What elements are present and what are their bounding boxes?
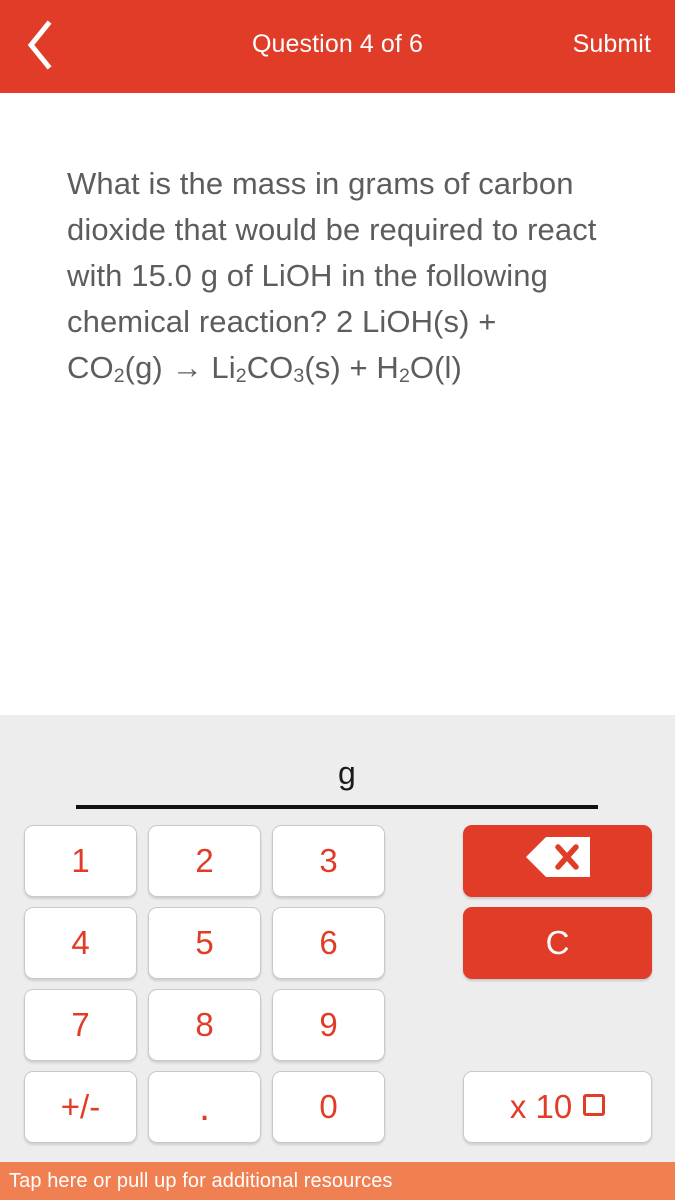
keypad-panel: g 1 2 3 4 5 6 7 8 9 +/- . 0 C x 10 xyxy=(0,715,675,1162)
submit-button[interactable]: Submit xyxy=(573,30,651,59)
key-label: 7 xyxy=(71,1006,90,1043)
question-screen: Question 4 of 6 Submit What is the mass … xyxy=(0,0,675,1200)
additional-resources-bar[interactable]: Tap here or pull up for additional resou… xyxy=(0,1162,675,1200)
key-label: 6 xyxy=(319,924,338,961)
key-label: x 10 xyxy=(509,1088,573,1125)
key-6[interactable]: 6 xyxy=(272,907,385,979)
key-label: 1 xyxy=(71,842,90,879)
subscript-h2o: 2 xyxy=(398,365,410,388)
question-text: What is the mass in grams of carbon diox… xyxy=(67,161,597,395)
key-label: 3 xyxy=(319,842,338,879)
key-2[interactable]: 2 xyxy=(148,825,261,897)
key-label: 9 xyxy=(319,1006,338,1043)
key-1[interactable]: 1 xyxy=(24,825,137,897)
answer-underline xyxy=(76,805,598,809)
key-label: 2 xyxy=(195,842,214,879)
clear-button[interactable]: C xyxy=(463,907,652,979)
key-decimal[interactable]: . xyxy=(148,1071,261,1143)
exponent-button[interactable]: x 10 xyxy=(463,1071,652,1143)
key-label: 4 xyxy=(71,924,90,961)
key-label: C xyxy=(545,924,570,961)
key-label: +/- xyxy=(60,1088,101,1125)
key-0[interactable]: 0 xyxy=(272,1071,385,1143)
subscript-co3: 3 xyxy=(293,365,305,388)
key-8[interactable]: 8 xyxy=(148,989,261,1061)
key-9[interactable]: 9 xyxy=(272,989,385,1061)
question-text-part: (s) + H xyxy=(304,350,399,385)
backspace-delete-icon xyxy=(524,835,592,887)
key-label: 0 xyxy=(319,1088,338,1125)
answer-unit-label: g xyxy=(338,755,356,791)
app-header: Question 4 of 6 Submit xyxy=(0,0,675,93)
subscript-li2: 2 xyxy=(235,365,247,388)
key-plus-minus[interactable]: +/- xyxy=(24,1071,137,1143)
key-3[interactable]: 3 xyxy=(272,825,385,897)
answer-field[interactable]: g xyxy=(76,749,598,809)
key-5[interactable]: 5 xyxy=(148,907,261,979)
key-4[interactable]: 4 xyxy=(24,907,137,979)
key-label: . xyxy=(198,1085,211,1129)
additional-resources-label: Tap here or pull up for additional resou… xyxy=(9,1169,393,1192)
exponent-placeholder-box xyxy=(583,1094,606,1116)
question-text-part: (g) → Li xyxy=(124,350,236,385)
key-7[interactable]: 7 xyxy=(24,989,137,1061)
question-area: What is the mass in grams of carbon diox… xyxy=(0,93,675,715)
key-label: 8 xyxy=(195,1006,214,1043)
key-label: 5 xyxy=(195,924,214,961)
backspace-button[interactable] xyxy=(463,825,652,897)
question-text-part: CO xyxy=(246,350,294,385)
subscript-co2: 2 xyxy=(113,365,125,388)
question-text-part: O(l) xyxy=(409,350,462,385)
